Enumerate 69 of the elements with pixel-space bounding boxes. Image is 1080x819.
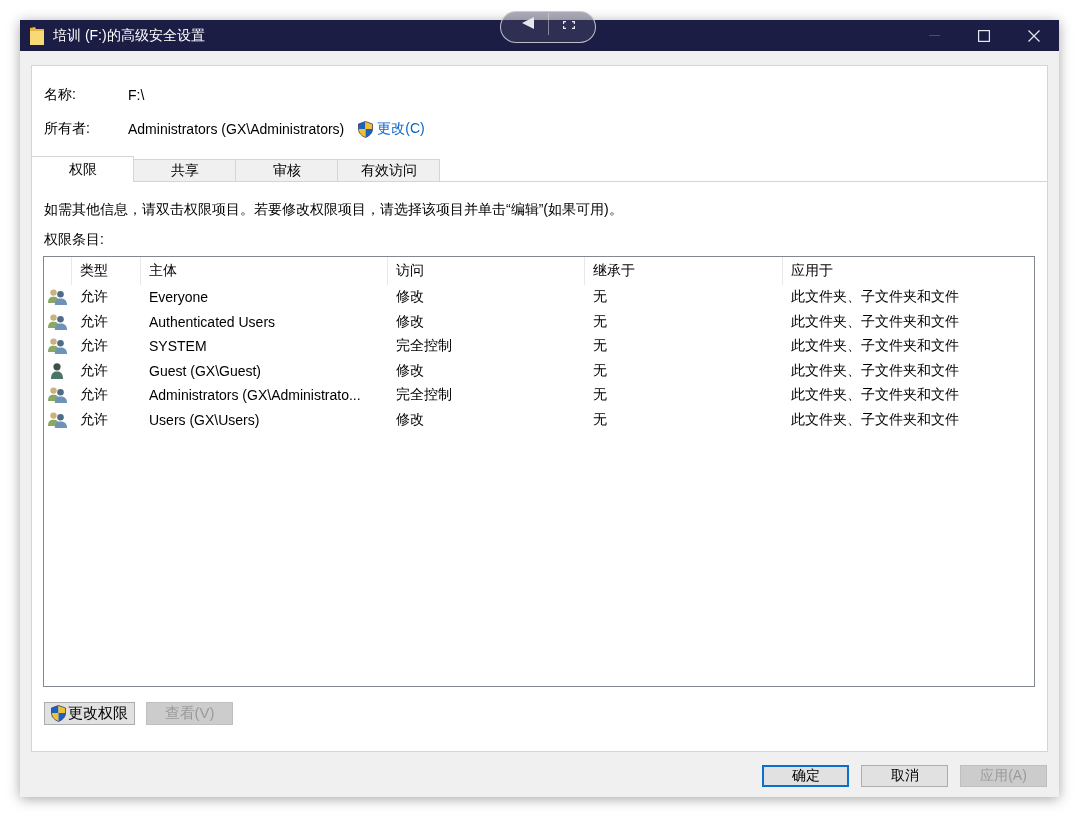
table-cell-text: 此文件夹、子文件夹和文件 <box>790 336 960 356</box>
table-cell-text: 此文件夹、子文件夹和文件 <box>790 409 960 429</box>
table-cell-text: 无 <box>592 409 608 429</box>
action-button[interactable]: 更改权限 <box>44 702 135 725</box>
maximize-icon <box>978 29 990 42</box>
list-label: 权限条目: <box>44 230 105 249</box>
change-owner-link[interactable]: 更改(C) <box>377 120 425 138</box>
table-cell-text: 无 <box>592 336 608 356</box>
tab[interactable]: 共享 <box>134 159 236 181</box>
table-cell-text: 无 <box>592 287 608 307</box>
field-label: 所有者: <box>44 120 91 138</box>
left-triangle-icon[interactable] <box>521 17 534 29</box>
table-cell-text: 允许 <box>79 385 109 405</box>
field-value: F:\ <box>128 87 145 103</box>
folder-icon <box>30 26 44 45</box>
column-header[interactable]: 访问 <box>388 257 585 285</box>
table-row[interactable]: 允许 Guest (GX\Guest) 修改 无 此文件夹、子文件夹和文件 <box>44 358 1034 383</box>
table-cell-text: 完全控制 <box>395 336 453 356</box>
table-cell-text: 允许 <box>79 287 109 307</box>
tab[interactable]: 审核 <box>236 159 338 181</box>
table-cell-text: 允许 <box>79 311 109 331</box>
field-value: Administrators (GX\Administrators) <box>128 121 345 137</box>
table-cell-text: 完全控制 <box>395 385 453 405</box>
table-cell-text: SYSTEM <box>148 337 208 357</box>
table-cell-text: 允许 <box>79 360 109 380</box>
dialog-button[interactable]: 确定 <box>762 765 849 787</box>
group-icon <box>48 313 67 330</box>
tab[interactable]: 有效访问 <box>338 159 440 181</box>
table-cell-text: 此文件夹、子文件夹和文件 <box>790 311 960 331</box>
table-cell-text: 此文件夹、子文件夹和文件 <box>790 360 960 380</box>
table-row[interactable]: 允许 Authenticated Users 修改 无 此文件夹、子文件夹和文件 <box>44 309 1034 334</box>
group-icon <box>48 289 67 306</box>
minimize-icon <box>928 35 940 36</box>
table-cell-text: 此文件夹、子文件夹和文件 <box>790 287 960 307</box>
tab[interactable]: 权限 <box>32 156 134 182</box>
column-header[interactable]: 继承于 <box>585 257 783 285</box>
table-cell-text: 修改 <box>395 409 425 429</box>
table-cell-text: Guest (GX\Guest) <box>148 361 263 381</box>
table-cell-text: 修改 <box>395 360 425 380</box>
shield-icon <box>358 120 374 138</box>
table-cell-text: 允许 <box>79 336 109 356</box>
table-row[interactable]: 允许 Users (GX\Users) 修改 无 此文件夹、子文件夹和文件 <box>44 407 1034 432</box>
user-icon <box>51 362 63 379</box>
column-header[interactable]: 主体 <box>141 257 388 285</box>
fullscreen-icon[interactable] <box>562 21 575 29</box>
table-row[interactable]: 允许 Administrators (GX\Administrato... 完全控制 无 此文件夹、子文件夹和文件 <box>44 383 1034 408</box>
group-icon <box>48 411 67 428</box>
table-cell-text: 此文件夹、子文件夹和文件 <box>790 385 960 405</box>
table-cell-text: Administrators (GX\Administrato... <box>148 386 362 406</box>
table-cell-text: 修改 <box>395 311 425 331</box>
window-title: 培训 (F:)的高级安全设置 <box>53 26 205 45</box>
table-cell-text: 无 <box>592 385 608 405</box>
table-cell-text: 允许 <box>79 409 109 429</box>
instruction-text: 如需其他信息，请双击权限项目。若要修改权限项目，请选择该项目并单击“编辑”(如果可用)。 <box>44 200 624 219</box>
table-cell-text: Users (GX\Users) <box>148 410 261 430</box>
dialog-button[interactable]: 取消 <box>861 765 948 787</box>
table-cell-text: Everyone <box>148 288 210 308</box>
table-cell-text: 无 <box>592 360 608 380</box>
column-header[interactable]: 应用于 <box>783 257 1034 285</box>
table-cell-text: 无 <box>592 311 608 331</box>
field-label: 名称: <box>44 86 77 104</box>
column-header[interactable]: 类型 <box>72 257 141 285</box>
table-row[interactable]: 允许 Everyone 修改 无 此文件夹、子文件夹和文件 <box>44 285 1034 310</box>
table-cell-text: 修改 <box>395 287 425 307</box>
table-row[interactable]: 允许 SYSTEM 完全控制 无 此文件夹、子文件夹和文件 <box>44 334 1034 359</box>
group-icon <box>48 387 67 404</box>
close-icon <box>1028 29 1040 42</box>
table-cell-text: Authenticated Users <box>148 312 277 332</box>
group-icon <box>48 338 67 355</box>
